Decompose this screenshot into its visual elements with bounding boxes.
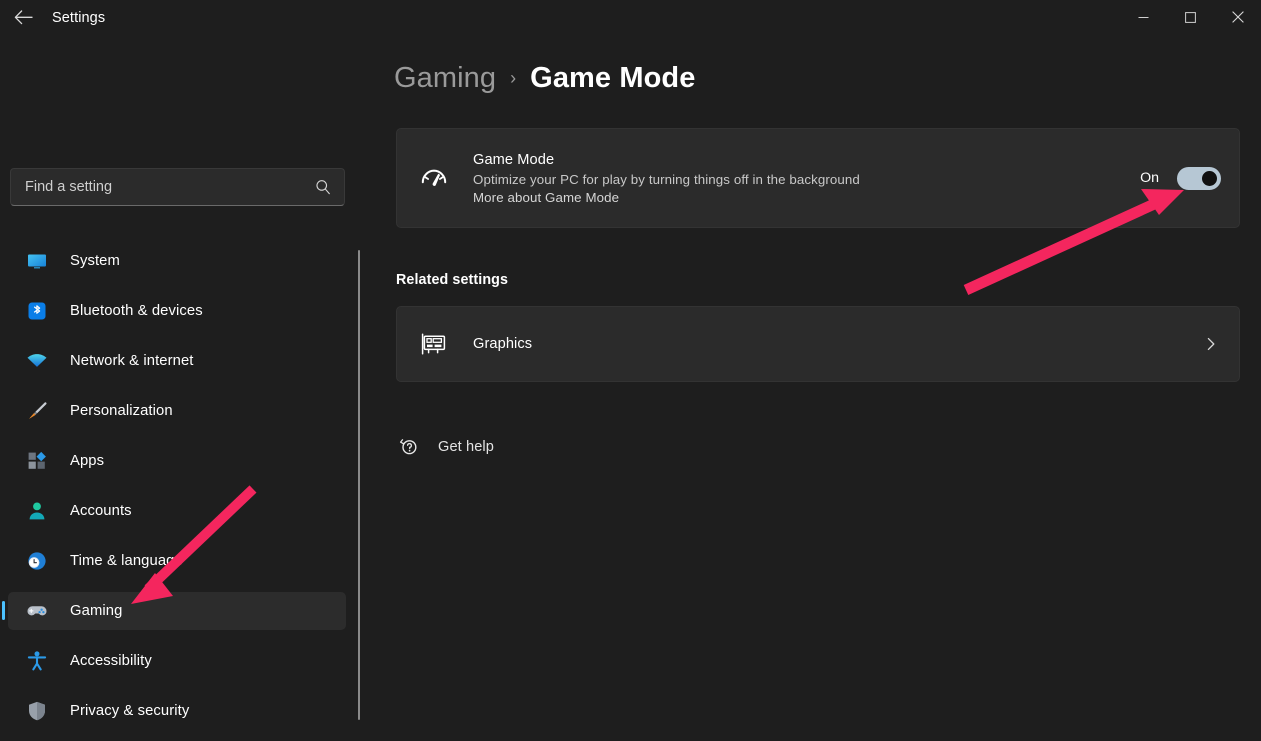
sidebar-item-time-language[interactable]: Time & language	[8, 542, 346, 580]
close-button[interactable]	[1214, 0, 1261, 34]
page-title: Game Mode	[530, 62, 696, 94]
sidebar-item-system[interactable]: System	[8, 242, 346, 280]
shield-icon	[26, 700, 48, 722]
sidebar-item-label: Privacy & security	[70, 703, 190, 719]
sidebar-item-label: Time & language	[70, 553, 183, 569]
toggle-state-label: On	[1140, 170, 1159, 186]
search-container	[10, 168, 345, 206]
sidebar: System Bluetooth & devices	[0, 34, 368, 741]
sidebar-item-label: Personalization	[70, 403, 173, 419]
sidebar-item-label: Gaming	[70, 603, 123, 619]
maximize-button[interactable]	[1167, 0, 1214, 34]
toggle-knob	[1202, 170, 1217, 186]
sidebar-nav: System Bluetooth & devices Network & int…	[2, 242, 346, 741]
search-input[interactable]	[25, 179, 314, 195]
sidebar-scrollbar[interactable]	[357, 250, 360, 720]
monitor-icon	[26, 250, 48, 272]
sidebar-item-label: Apps	[70, 453, 105, 469]
game-mode-card: Game Mode Optimize your PC for play by t…	[396, 128, 1240, 228]
sidebar-item-network-internet[interactable]: Network & internet	[8, 342, 346, 380]
minimize-icon	[1138, 16, 1149, 18]
search-box[interactable]	[10, 168, 345, 206]
more-about-game-mode-link[interactable]: More about Game Mode	[473, 190, 1140, 205]
speedometer-icon	[419, 163, 449, 193]
related-settings-heading: Related settings	[396, 272, 509, 288]
game-mode-toggle[interactable]	[1177, 166, 1221, 190]
get-help-label: Get help	[438, 439, 494, 455]
breadcrumb-parent[interactable]: Gaming	[394, 62, 496, 95]
sidebar-item-apps[interactable]: Apps	[8, 442, 346, 480]
game-mode-title: Game Mode	[473, 151, 555, 168]
help-bubble-icon	[399, 438, 417, 455]
wifi-icon	[26, 350, 48, 372]
graphics-card-icon	[419, 329, 449, 359]
title-bar: Settings	[0, 0, 1261, 34]
search-icon[interactable]	[314, 178, 332, 196]
sidebar-item-label: Accessibility	[70, 653, 152, 669]
back-arrow-icon	[14, 9, 33, 24]
maximize-icon	[1185, 11, 1196, 23]
breadcrumb-separator-icon: ›	[510, 68, 517, 88]
game-mode-texts: Game Mode Optimize your PC for play by t…	[473, 152, 1140, 205]
settings-window: Settings Find a setting System Bluetooth…	[0, 0, 1261, 741]
sidebar-item-label: Network & internet	[70, 353, 194, 369]
back-button[interactable]	[6, 2, 40, 32]
sidebar-item-label: Accounts	[70, 503, 132, 519]
sidebar-item-accessibility[interactable]: Accessibility	[8, 642, 346, 680]
game-mode-description: Optimize your PC for play by turning thi…	[473, 171, 860, 187]
accessibility-icon	[26, 650, 48, 672]
apps-icon	[26, 450, 48, 472]
app-title: Settings	[52, 10, 106, 26]
graphics-label: Graphics	[473, 336, 533, 352]
paintbrush-icon	[26, 400, 48, 422]
gamepad-icon	[26, 600, 48, 622]
sidebar-item-personalization[interactable]: Personalization	[8, 392, 346, 430]
breadcrumb: Gaming › Game Mode	[394, 62, 695, 95]
graphics-row[interactable]: Graphics	[396, 306, 1240, 382]
sidebar-item-bluetooth-devices[interactable]: Bluetooth & devices	[8, 292, 346, 330]
main-content: Gaming › Game Mode Game Mode Optimize yo…	[368, 34, 1261, 741]
sidebar-item-gaming[interactable]: Gaming	[2, 592, 346, 630]
sidebar-scrollbar-thumb[interactable]	[357, 250, 360, 720]
person-icon	[26, 500, 48, 522]
clock-globe-icon	[26, 550, 48, 572]
game-mode-toggle-area: On	[1140, 166, 1221, 190]
sidebar-item-accounts[interactable]: Accounts	[8, 492, 346, 530]
sidebar-item-label: Bluetooth & devices	[70, 303, 203, 319]
close-icon	[1231, 11, 1244, 23]
minimize-button[interactable]	[1120, 0, 1167, 34]
sidebar-item-privacy-security[interactable]: Privacy & security	[8, 692, 346, 730]
get-help-link[interactable]: Get help	[394, 430, 504, 464]
window-controls	[1120, 0, 1261, 34]
bluetooth-icon	[26, 300, 48, 322]
chevron-right-icon	[1207, 337, 1215, 351]
sidebar-item-label: System	[70, 253, 120, 269]
